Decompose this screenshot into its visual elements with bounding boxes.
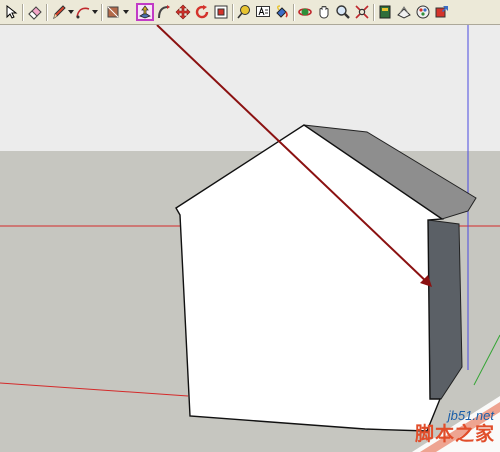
tape-measure-icon bbox=[237, 5, 250, 19]
rotate-tool-button[interactable] bbox=[193, 3, 211, 21]
main-toolbar bbox=[0, 0, 500, 25]
component-book-icon bbox=[379, 5, 391, 19]
follow-me-tool-button[interactable] bbox=[155, 3, 173, 21]
sky-area bbox=[0, 25, 500, 151]
share-icon bbox=[435, 6, 448, 18]
watermark-name-text: 脚本之家 bbox=[414, 423, 495, 445]
text-tool-button[interactable] bbox=[254, 3, 272, 21]
toolbar-separator bbox=[22, 4, 24, 21]
paint-bucket-tool-button[interactable] bbox=[104, 3, 122, 21]
component-browser-button[interactable] bbox=[376, 3, 394, 21]
zoom-extents-icon bbox=[355, 5, 369, 19]
paint-bucket-icon bbox=[107, 6, 119, 18]
pencil-line-tool-button[interactable] bbox=[50, 3, 68, 21]
arc-tool-button[interactable] bbox=[74, 3, 92, 21]
toolbar-separator bbox=[293, 4, 295, 21]
text-icon bbox=[256, 6, 270, 17]
zoom-tool-button[interactable] bbox=[334, 3, 352, 21]
sketchup-window: jb51.net 脚本之家 bbox=[0, 0, 500, 452]
orbit-tool-button[interactable] bbox=[296, 3, 314, 21]
materials-icon bbox=[416, 5, 430, 19]
pan-tool-button[interactable] bbox=[315, 3, 333, 21]
orbit-icon bbox=[298, 8, 312, 16]
pan-hand-icon bbox=[319, 6, 329, 19]
move-tool-button[interactable] bbox=[174, 3, 192, 21]
share-model-button[interactable] bbox=[433, 3, 451, 21]
select-tool-button[interactable] bbox=[2, 3, 20, 21]
shape-dropdown-arrow[interactable] bbox=[123, 10, 129, 14]
zoom-extents-tool-button[interactable] bbox=[353, 3, 371, 21]
eraser-icon bbox=[28, 6, 42, 20]
offset-tool-button[interactable] bbox=[212, 3, 230, 21]
arc-dropdown-arrow[interactable] bbox=[92, 10, 98, 14]
paint-icon bbox=[276, 5, 288, 18]
toolbar-separator bbox=[101, 4, 103, 21]
toolbar-separator bbox=[46, 4, 48, 21]
styles-icon bbox=[397, 6, 411, 19]
arc-icon bbox=[76, 7, 90, 19]
toolbar-separator bbox=[232, 4, 234, 21]
zoom-icon bbox=[336, 5, 350, 19]
rotate-icon bbox=[195, 5, 209, 19]
house-side-face[interactable] bbox=[427, 219, 463, 400]
toolbar-separator bbox=[373, 4, 375, 21]
paint-tool-button[interactable] bbox=[273, 3, 291, 21]
eraser-tool-button[interactable] bbox=[26, 3, 44, 21]
follow-me-icon bbox=[158, 5, 170, 19]
push-pull-icon bbox=[139, 5, 151, 19]
arrow-cursor-icon bbox=[6, 5, 18, 19]
watermark: jb51.net 脚本之家 bbox=[392, 382, 500, 452]
modeling-viewport[interactable]: jb51.net 脚本之家 bbox=[0, 25, 500, 452]
materials-button[interactable] bbox=[414, 3, 432, 21]
push-pull-tool-button[interactable] bbox=[136, 3, 154, 21]
styles-button[interactable] bbox=[395, 3, 413, 21]
pencil-icon bbox=[53, 5, 66, 20]
tape-measure-tool-button[interactable] bbox=[235, 3, 253, 21]
move-arrows-icon bbox=[175, 4, 191, 20]
offset-icon bbox=[214, 5, 228, 19]
